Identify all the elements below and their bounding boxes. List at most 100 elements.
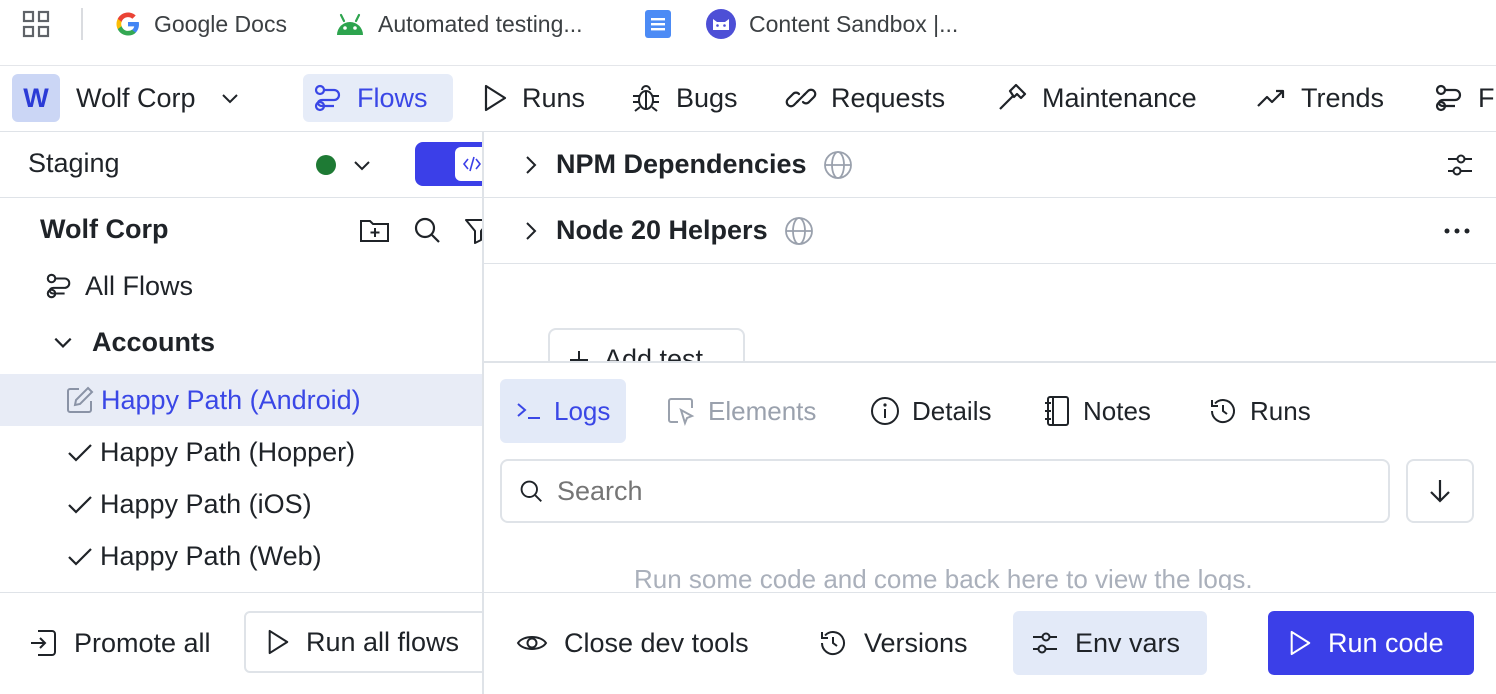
code-mode-toggle[interactable] <box>415 142 482 186</box>
bookmark-google-docs[interactable]: Google Docs <box>114 0 287 48</box>
eye-icon <box>516 632 548 654</box>
export-icon <box>28 628 58 658</box>
notebook-icon <box>1043 395 1071 427</box>
tree-folder-label: Accounts <box>92 326 216 357</box>
tab-elements[interactable]: Elements <box>650 379 832 443</box>
flows-icon <box>45 272 73 300</box>
org-avatar: W <box>12 74 60 122</box>
nav-overflow-item[interactable]: F <box>1424 74 1496 122</box>
library-row[interactable]: Node 20 Helpers <box>484 198 1496 264</box>
chevron-down-icon <box>220 88 240 108</box>
env-vars-button[interactable]: Env vars <box>1013 611 1207 675</box>
info-icon <box>870 396 900 426</box>
tree-flow-item[interactable]: Happy Path (iOS) <box>0 478 482 530</box>
chevron-down-icon <box>352 155 372 175</box>
nav-bugs-label: Bugs <box>676 82 738 113</box>
google-icon <box>114 10 142 38</box>
flows-icon <box>1434 83 1464 113</box>
bug-icon <box>630 82 662 114</box>
nav-flows-label: Flows <box>357 82 428 113</box>
bookmark-label: Content Sandbox |... <box>749 10 959 37</box>
nav-requests[interactable]: Requests <box>775 74 955 122</box>
run-code-label: Run code <box>1328 627 1444 658</box>
new-folder-icon[interactable] <box>359 215 391 245</box>
tree-item-label: Happy Path (Android) <box>101 384 361 415</box>
org-initial: W <box>23 82 49 113</box>
versions-label: Versions <box>864 627 968 658</box>
tree-item-label: All Flows <box>85 270 194 301</box>
more-options-icon[interactable] <box>1444 228 1470 234</box>
bookmark-divider <box>81 8 83 40</box>
globe-icon <box>823 150 853 180</box>
nav-runs[interactable]: Runs <box>472 74 595 122</box>
promote-all-button[interactable]: Promote all <box>28 621 211 665</box>
hammer-icon <box>996 82 1028 114</box>
tab-runs[interactable]: Runs <box>1192 379 1327 443</box>
bookmark-automated-testing[interactable]: Automated testing... <box>334 0 583 48</box>
tab-logs-label: Logs <box>554 395 611 426</box>
nav-maintenance-label: Maintenance <box>1042 82 1197 113</box>
scroll-to-bottom-button[interactable] <box>1406 459 1474 523</box>
nav-bugs[interactable]: Bugs <box>620 74 748 122</box>
nav-trends[interactable]: Trends <box>1245 74 1394 122</box>
tree-flow-item[interactable]: Happy Path (Android) <box>0 374 482 426</box>
library-row[interactable]: NPM Dependencies <box>484 132 1496 198</box>
main-panel: NPM Dependencies Node 20 Helpers Add tes… <box>484 132 1496 694</box>
tab-notes-label: Notes <box>1083 395 1151 426</box>
org-name: Wolf Corp <box>76 82 196 113</box>
top-navigation: W Wolf Corp Flows Runs Bugs Requests Mai… <box>0 66 1496 132</box>
tree-item-all-flows[interactable]: All Flows <box>0 260 482 312</box>
settings-sliders-icon[interactable] <box>1446 151 1474 179</box>
apps-grid-icon[interactable] <box>22 10 50 38</box>
tree-item-label: Happy Path (Hopper) <box>100 436 356 467</box>
tab-elements-label: Elements <box>708 395 817 426</box>
close-dev-tools-button[interactable]: Close dev tools <box>516 621 749 665</box>
bookmarks-bar: Google Docs Automated testing... Content… <box>0 0 1496 66</box>
tree-folder-accounts[interactable]: Accounts <box>0 316 482 368</box>
flows-sidebar: Staging Wolf Corp All Flows Accounts Hap… <box>0 132 494 694</box>
code-icon <box>455 147 482 181</box>
tab-details[interactable]: Details <box>854 379 1007 443</box>
plus-icon <box>568 349 590 362</box>
play-icon <box>1288 629 1312 657</box>
checkmark-icon <box>66 438 94 466</box>
pointer-select-icon <box>666 396 696 426</box>
tab-logs[interactable]: Logs <box>500 379 627 443</box>
tree-item-label: Happy Path (Web) <box>100 540 322 571</box>
flows-icon <box>313 83 343 113</box>
environment-selector[interactable]: Staging <box>0 132 482 198</box>
globe-icon <box>784 216 814 246</box>
logs-empty-state: Run some code and come back here to view… <box>484 562 1496 590</box>
tab-details-label: Details <box>912 395 992 426</box>
add-test-label: Add test <box>604 344 704 362</box>
run-code-button[interactable]: Run code <box>1268 611 1474 675</box>
bookmark-docs[interactable] <box>641 0 687 48</box>
org-switcher[interactable]: W Wolf Corp <box>12 74 252 122</box>
link-icon <box>785 82 817 114</box>
sidebar-footer: Promote all Run all flows <box>0 592 494 694</box>
log-search-input[interactable] <box>557 475 1337 507</box>
add-test-button[interactable]: Add test <box>548 328 745 362</box>
android-icon <box>334 11 366 37</box>
tab-runs-label: Runs <box>1250 395 1311 426</box>
settings-sliders-icon <box>1031 629 1059 657</box>
checkmark-icon <box>66 542 94 570</box>
log-search-box[interactable] <box>500 459 1390 523</box>
environment-status-dot <box>316 155 336 175</box>
nav-maintenance[interactable]: Maintenance <box>986 74 1207 122</box>
history-icon <box>1208 396 1238 426</box>
arrow-down-icon <box>1428 478 1452 504</box>
tab-notes[interactable]: Notes <box>1027 379 1167 443</box>
library-name: Node 20 Helpers <box>556 215 768 245</box>
bookmark-content-sandbox[interactable]: Content Sandbox |... <box>705 0 958 48</box>
bookmark-label: Automated testing... <box>378 10 583 37</box>
search-icon[interactable] <box>413 216 441 244</box>
nav-flows[interactable]: Flows <box>303 74 453 122</box>
tree-flow-item[interactable]: Happy Path (Hopper) <box>0 426 482 478</box>
versions-button[interactable]: Versions <box>818 621 968 665</box>
run-all-flows-button[interactable]: Run all flows <box>244 611 494 673</box>
chevron-down-icon <box>52 331 74 353</box>
close-dev-tools-label: Close dev tools <box>564 627 749 658</box>
tree-flow-item[interactable]: Happy Path (Web) <box>0 530 482 582</box>
filter-icon[interactable] <box>464 217 482 245</box>
